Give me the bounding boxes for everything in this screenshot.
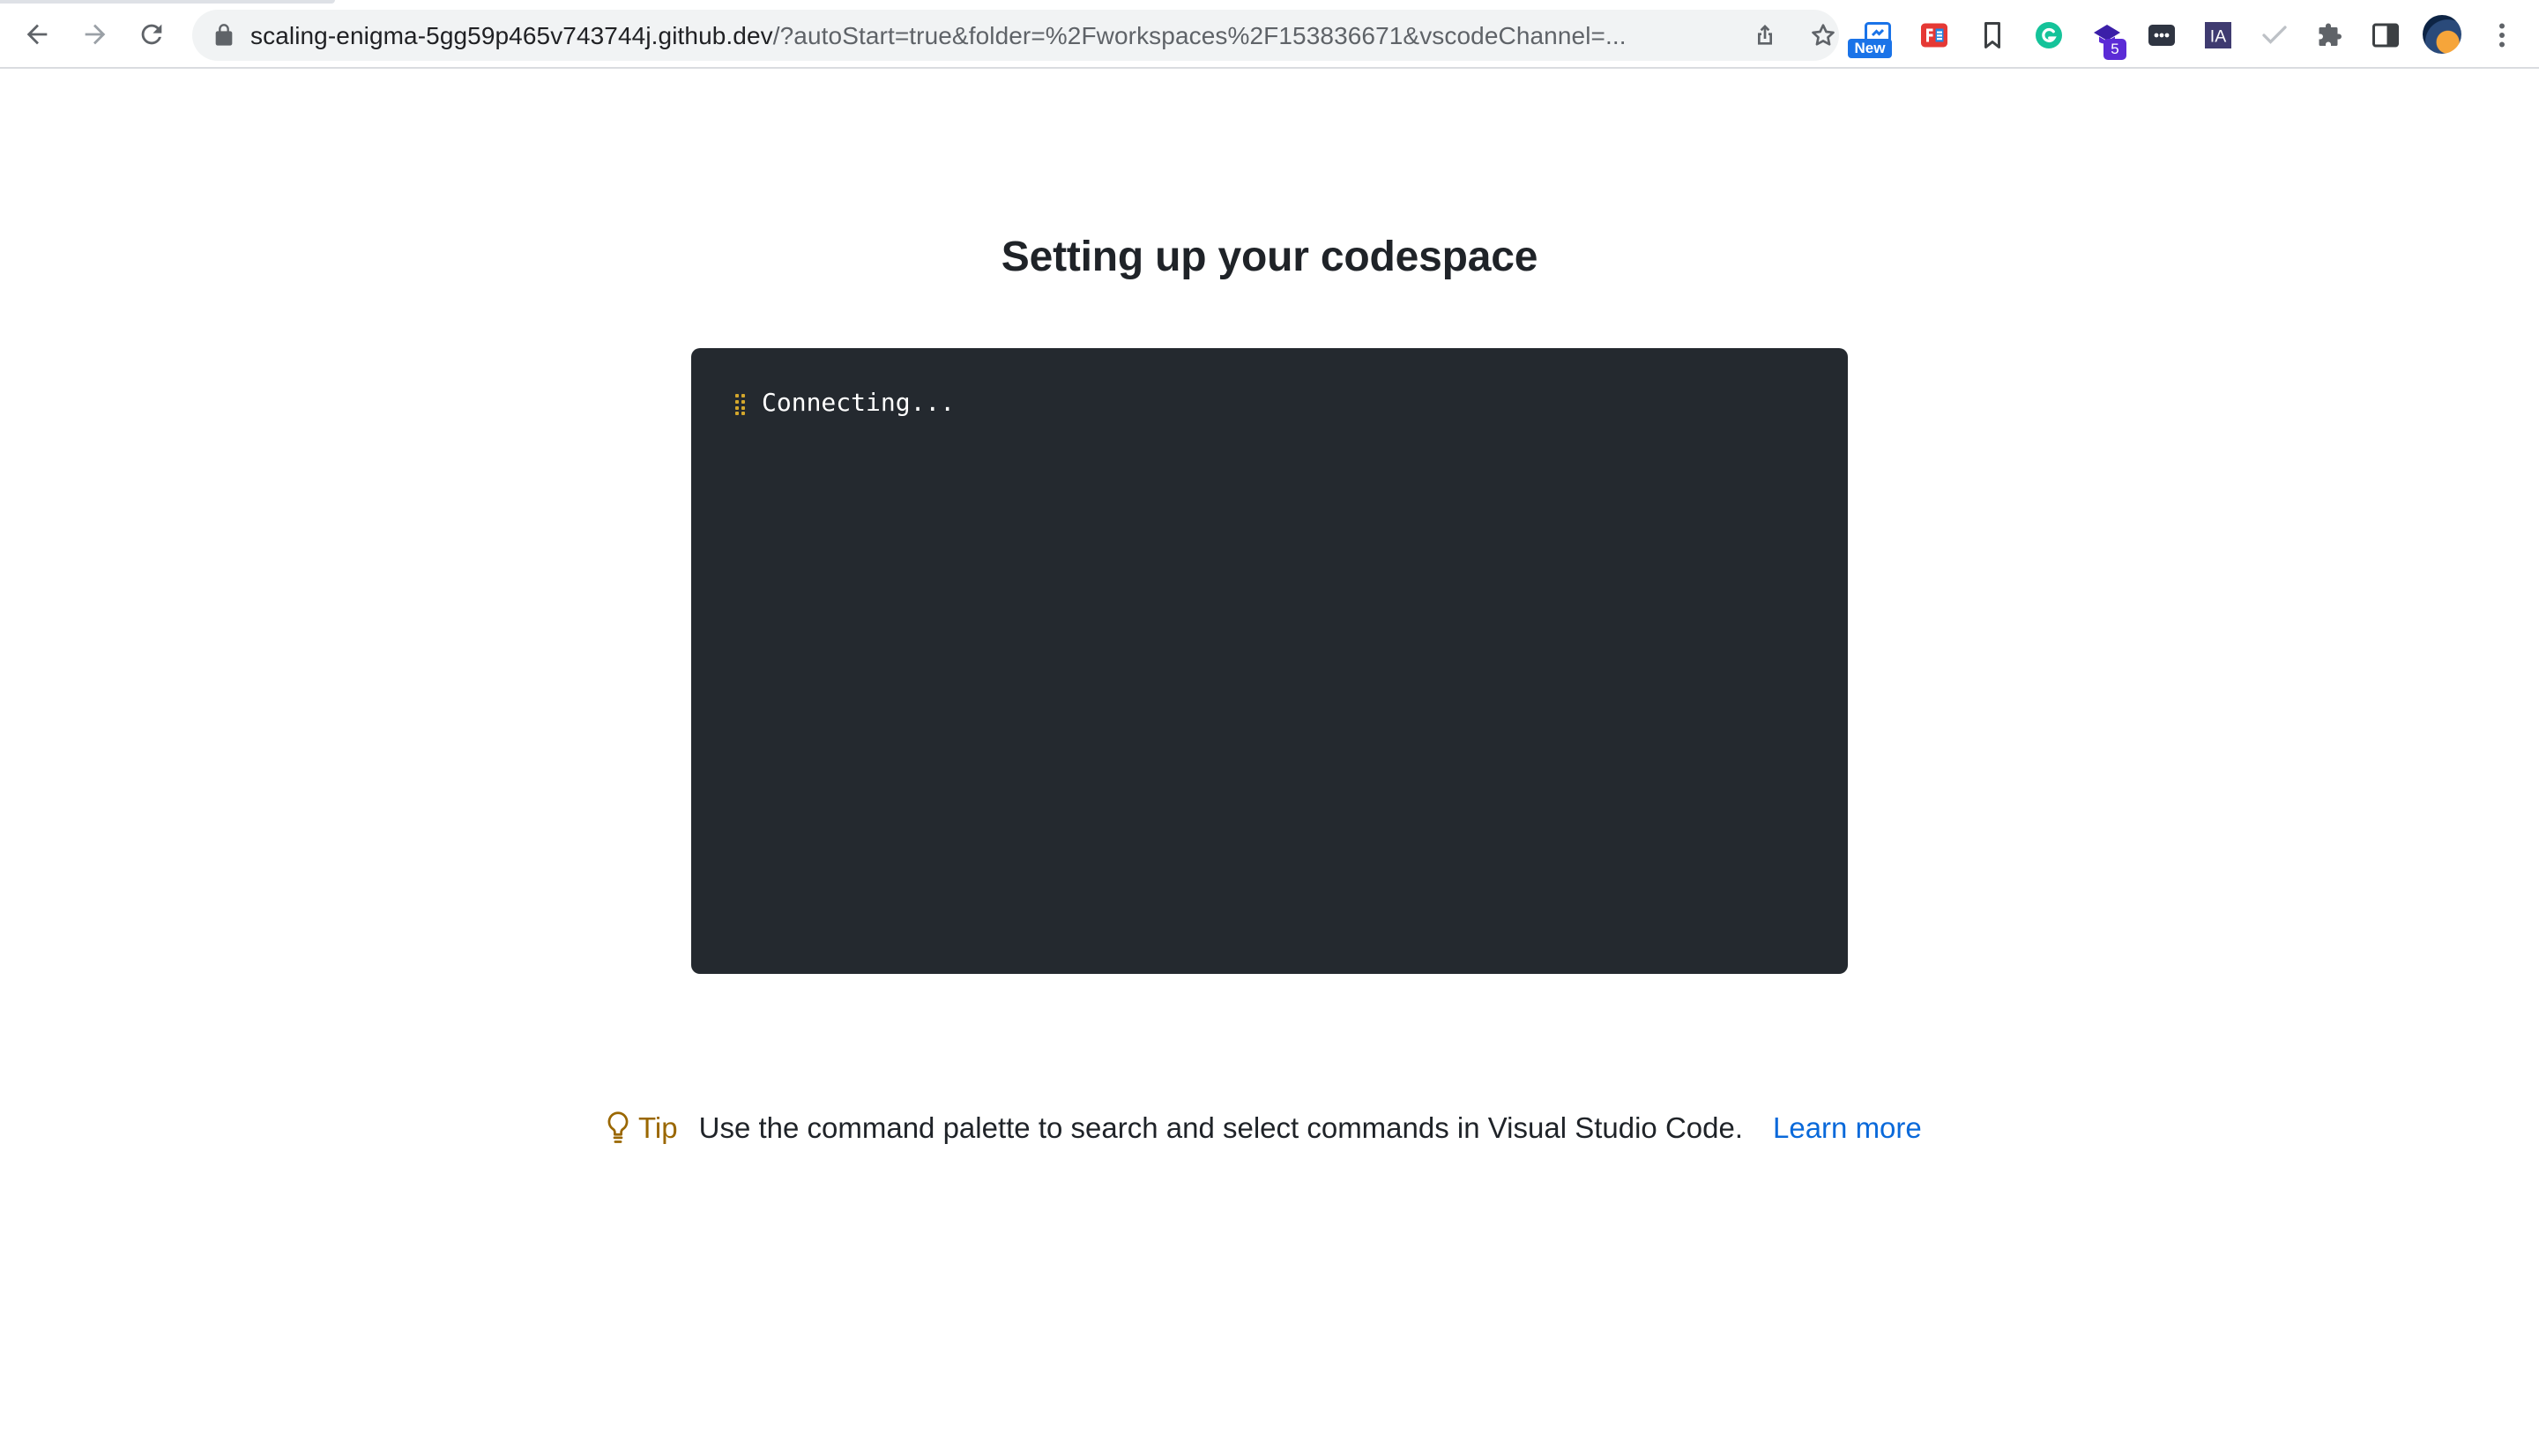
arrow-left-icon [26,24,48,45]
arrow-right-icon [85,24,106,45]
terminal-status-line: Connecting... [762,388,956,417]
checkmark-icon [2262,26,2287,44]
ia-label: IA [2210,27,2226,47]
side-panel-button[interactable] [2368,18,2403,53]
browser-toolbar: scaling-enigma-5gg59p465v743744j.github.… [0,0,2539,69]
password-manager-icon [2148,25,2175,46]
extension-check[interactable] [2257,18,2292,53]
back-button[interactable] [19,17,55,52]
lock-icon [215,24,233,46]
terminal-panel: Connecting... [691,348,1848,974]
grammarly-icon [2036,22,2062,48]
forward-button[interactable] [78,17,113,52]
ia-writer-icon: IA [2205,22,2231,48]
active-tab-edge [0,0,335,4]
bookmark-star-button[interactable] [1809,21,1837,49]
extension-bookmark[interactable] [1975,18,2010,53]
side-panel-icon [2372,23,2399,48]
page-title: Setting up your codespace [1001,234,1538,280]
url-host: scaling-enigma-5gg59p465v743744j.github.… [250,22,773,49]
count-badge: 5 [2103,39,2126,60]
browser-menu-button[interactable] [2484,18,2520,53]
kebab-menu-icon [2499,23,2505,48]
extension-ia[interactable]: IA [2200,18,2236,53]
tip-text: Use the command palette to search and se… [698,1111,1743,1144]
tip-bar: Tip Use the command palette to search an… [605,1107,1922,1149]
new-badge: New [1848,39,1892,58]
url-path: /?autoStart=true&folder=%2Fworkspaces%2F… [772,22,1627,49]
tip-label: Tip [638,1111,678,1144]
extension-dots[interactable] [2144,18,2179,53]
share-icon [1758,25,1772,45]
bookmark-icon [1984,22,2000,48]
profile-avatar[interactable] [2423,15,2461,54]
address-bar[interactable]: scaling-enigma-5gg59p465v743744j.github.… [192,10,1839,61]
reload-button[interactable] [134,17,169,52]
puzzle-icon [2319,23,2342,46]
fe-helper-icon [1921,23,1947,48]
extensions-menu-button[interactable] [2313,18,2349,53]
url-text[interactable]: scaling-enigma-5gg59p465v743744j.github.… [250,22,1696,50]
loading-spinner-icon [735,394,748,415]
learn-more-link[interactable]: Learn more [1773,1107,1922,1149]
share-button[interactable] [1751,21,1779,49]
extension-grammarly[interactable] [2031,18,2066,53]
star-icon [1812,24,1835,46]
reload-icon [141,24,162,45]
extension-fe[interactable] [1917,18,1952,53]
lightbulb-icon [607,1111,629,1143]
